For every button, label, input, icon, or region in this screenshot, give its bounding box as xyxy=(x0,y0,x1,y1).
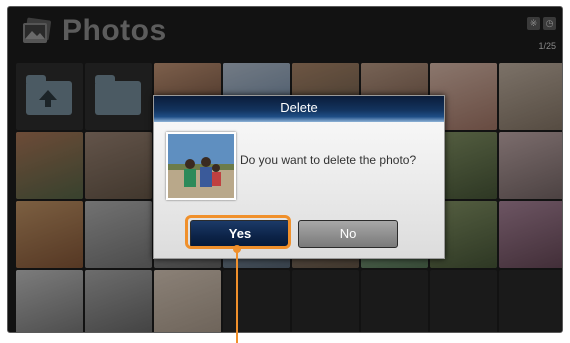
dialog-body: Do you want to delete the photo? Yes No xyxy=(154,122,444,258)
photo-thumbnail-tile[interactable] xyxy=(499,201,562,268)
photo-thumbnail xyxy=(166,132,236,200)
page-title: Photos xyxy=(62,14,167,47)
folder-tile[interactable] xyxy=(85,63,152,130)
folder-icon xyxy=(95,75,141,115)
photos-app-icon xyxy=(23,17,52,43)
bluetooth-icon: ※ xyxy=(527,17,540,30)
photo-thumbnail-tile[interactable] xyxy=(16,201,83,268)
photo-thumbnail-tile[interactable] xyxy=(499,63,562,130)
empty-tile xyxy=(361,270,428,332)
dialog-message: Do you want to delete the photo? xyxy=(240,153,417,167)
clock-icon: ◷ xyxy=(543,17,556,30)
dialog-title: Delete xyxy=(154,96,444,122)
photo-thumbnail-tile[interactable] xyxy=(85,201,152,268)
app-header: Photos ※ ◷ 1/25 xyxy=(8,7,562,63)
photo-thumbnail-tile[interactable] xyxy=(85,132,152,199)
device-screen: Photos ※ ◷ 1/25 Delete Do you want to de… xyxy=(7,6,563,333)
yes-button[interactable]: Yes xyxy=(190,220,290,248)
empty-tile xyxy=(430,270,497,332)
photo-thumbnail-image xyxy=(168,134,234,198)
callout-line xyxy=(236,247,238,343)
photo-thumbnail-tile[interactable] xyxy=(85,270,152,332)
photo-thumbnail-tile[interactable] xyxy=(154,270,221,332)
no-button[interactable]: No xyxy=(298,220,398,248)
photo-thumbnail-tile[interactable] xyxy=(499,132,562,199)
photo-thumbnail-tile[interactable] xyxy=(16,132,83,199)
folder-up-tile[interactable] xyxy=(16,63,83,130)
photo-thumbnail-tile[interactable] xyxy=(16,270,83,332)
empty-tile xyxy=(223,270,290,332)
up-arrow-icon xyxy=(39,90,57,107)
empty-tile xyxy=(292,270,359,332)
status-icons: ※ ◷ xyxy=(527,17,556,30)
page-indicator: 1/25 xyxy=(538,41,556,51)
empty-tile xyxy=(499,270,562,332)
delete-dialog: Delete Do you want to delete the photo? … xyxy=(153,95,445,259)
